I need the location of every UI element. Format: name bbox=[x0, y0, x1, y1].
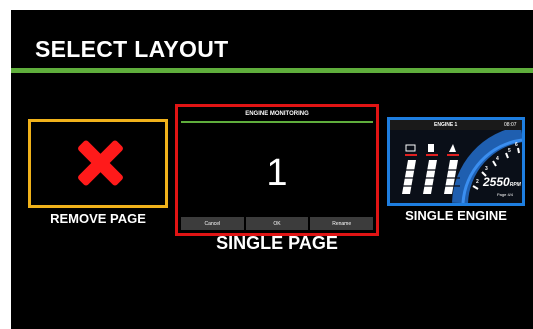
svg-text:4: 4 bbox=[496, 156, 499, 162]
single-engine-label: SINGLE ENGINE bbox=[405, 208, 507, 223]
preview-divider bbox=[181, 121, 373, 123]
svg-text:6: 6 bbox=[515, 142, 518, 148]
rpm-unit: RPM bbox=[509, 182, 521, 188]
fuel-icon bbox=[428, 144, 434, 152]
single-page-label: SINGLE PAGE bbox=[216, 233, 338, 253]
remove-page-label: REMOVE PAGE bbox=[50, 211, 146, 226]
preview-ok-button: OK bbox=[245, 217, 309, 230]
red-x-icon bbox=[74, 140, 126, 186]
engine-preview-page: Page 4/4 bbox=[497, 192, 514, 197]
preview-button-bar: Cancel OK Rename bbox=[181, 217, 374, 230]
svg-text:5: 5 bbox=[508, 148, 511, 154]
engine-preview-time: 08:07 bbox=[504, 122, 517, 128]
svg-text:3: 3 bbox=[485, 166, 488, 172]
page-title: SELECT LAYOUT bbox=[35, 36, 229, 62]
preview-rename-button: Rename bbox=[310, 217, 374, 230]
single-page-option[interactable]: ENGINE MONITORING 1 Cancel OK Rename bbox=[175, 104, 379, 236]
engine-preview-title: ENGINE 1 bbox=[434, 122, 458, 128]
preview-title: ENGINE MONITORING bbox=[245, 111, 309, 117]
single-engine-option[interactable]: 2 3 4 56 ENGINE 1 08:07 2550RPM Page 4/4 bbox=[387, 117, 525, 206]
rpm-readout: 2550RPM bbox=[483, 175, 521, 189]
preview-cancel-button: Cancel bbox=[181, 217, 244, 230]
layout-selection-screen: SELECT LAYOUT REMOVE PAGE ENGINE MONITOR… bbox=[11, 10, 533, 329]
rpm-value: 2550 bbox=[483, 175, 510, 189]
remove-page-option[interactable] bbox=[28, 119, 168, 208]
svg-text:2: 2 bbox=[476, 179, 479, 185]
engine-preview-graphic: 2 3 4 56 bbox=[390, 120, 522, 203]
preview-page-number: 1 bbox=[266, 152, 288, 194]
title-divider bbox=[11, 68, 533, 73]
engine-preview-header: ENGINE 1 08:07 bbox=[390, 120, 522, 130]
bar-gauges bbox=[402, 160, 458, 194]
